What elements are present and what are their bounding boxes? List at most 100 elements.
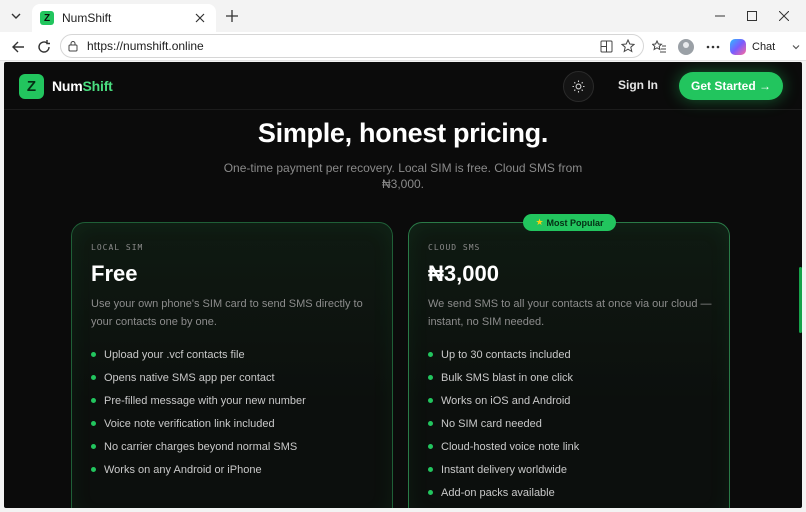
browser-tab[interactable]: Z NumShift	[32, 4, 216, 32]
pricing-card-local-sim: LOCAL SIM Free Use your own phone's SIM …	[71, 222, 393, 508]
badge-label: Most Popular	[546, 217, 604, 228]
favorites-list-icon	[651, 40, 666, 53]
lock-icon	[68, 41, 78, 52]
close-window-button[interactable]	[774, 6, 794, 26]
feature-text: No carrier charges beyond normal SMS	[104, 440, 298, 453]
arrow-left-icon	[12, 41, 24, 53]
feature-text: Upload your .vcf contacts file	[104, 348, 245, 361]
maximize-window-button[interactable]	[742, 6, 762, 26]
chat-label: Chat	[752, 41, 776, 53]
copilot-icon	[730, 39, 746, 55]
page-viewport: Z NumShift Sign In Get Started → Simple,…	[4, 62, 802, 508]
feature-item: Pre-filled message with your new number	[91, 389, 306, 412]
more-options-button[interactable]	[702, 36, 724, 58]
tab-title: NumShift	[62, 11, 112, 25]
feature-item: Works on any Android or iPhone	[91, 458, 306, 481]
feature-text: Add-on packs available	[441, 486, 555, 499]
bullet-dot-icon	[428, 398, 433, 403]
favorites-button[interactable]	[648, 36, 670, 58]
favorite-star-button[interactable]	[619, 37, 637, 55]
feature-text: Works on iOS and Android	[441, 394, 571, 407]
feature-item: Add-on packs available	[428, 481, 579, 504]
bullet-dot-icon	[91, 352, 96, 357]
feature-text: Opens native SMS app per contact	[104, 371, 275, 384]
feature-text: Voice note verification link included	[104, 417, 275, 430]
feature-item: Upload your .vcf contacts file	[91, 343, 306, 366]
feature-item: No carrier charges beyond normal SMS	[91, 435, 306, 458]
feature-list: Upload your .vcf contacts file Opens nat…	[91, 343, 306, 481]
maximize-icon	[747, 11, 757, 21]
new-tab-button[interactable]	[222, 6, 242, 26]
feature-item: Works on iOS and Android	[428, 389, 579, 412]
pricing-card-cloud-sms: CLOUD SMS ₦3,000 We send SMS to all your…	[408, 222, 730, 508]
bullet-dot-icon	[91, 421, 96, 426]
close-icon	[779, 11, 789, 21]
chevron-down-icon	[792, 45, 800, 50]
avatar	[678, 39, 694, 55]
feature-text: No SIM card needed	[441, 417, 542, 430]
plan-price: ₦3,000	[428, 261, 499, 286]
page-subtitle: One-time payment per recovery. Local SIM…	[223, 161, 583, 191]
minimize-window-button[interactable]	[710, 6, 730, 26]
feature-text: Cloud-hosted voice note link	[441, 440, 580, 453]
bullet-dot-icon	[428, 352, 433, 357]
bullet-dot-icon	[428, 421, 433, 426]
bullet-dot-icon	[428, 444, 433, 449]
tab-actions-menu-button[interactable]	[4, 4, 28, 28]
feature-item: Up to 30 contacts included	[428, 343, 579, 366]
page-title: Simple, honest pricing.	[257, 118, 549, 148]
browser-tab-strip: Z NumShift	[0, 0, 806, 32]
brand-name-part1: Num	[52, 78, 83, 94]
feature-text: Instant delivery worldwide	[441, 463, 567, 476]
bullet-dot-icon	[91, 375, 96, 380]
logo-icon[interactable]: Z	[19, 74, 44, 99]
address-bar[interactable]: https://numshift.online	[60, 34, 644, 58]
bullet-dot-icon	[91, 398, 96, 403]
refresh-icon	[38, 40, 50, 53]
bullet-dot-icon	[91, 467, 96, 472]
split-screen-icon	[600, 40, 612, 52]
most-popular-badge: ★ Most Popular	[523, 214, 616, 231]
sun-icon	[572, 80, 585, 93]
plus-icon	[226, 10, 238, 22]
plan-price: Free	[91, 261, 138, 286]
copilot-chat-button[interactable]: Chat	[730, 36, 801, 58]
plan-eyebrow: LOCAL SIM	[91, 243, 144, 252]
feature-item: Voice note verification link included	[91, 412, 306, 435]
feature-text: Pre-filled message with your new number	[104, 394, 306, 407]
star-icon: ★	[535, 217, 544, 227]
site-favicon-icon: Z	[40, 11, 54, 25]
feature-text: Bulk SMS blast in one click	[441, 371, 574, 384]
star-outline-icon	[621, 39, 635, 53]
page-scrollbar[interactable]	[799, 267, 802, 333]
feature-item: Instant delivery worldwide	[428, 458, 579, 481]
refresh-button[interactable]	[32, 35, 56, 59]
plan-eyebrow: CLOUD SMS	[428, 243, 481, 252]
brand-name-part2: Shift	[82, 78, 113, 94]
theme-toggle-button[interactable]	[563, 71, 594, 102]
split-screen-button[interactable]	[597, 37, 615, 55]
browser-toolbar: https://numshift.online Chat	[0, 32, 806, 61]
plan-description: Use your own phone's SIM card to send SM…	[91, 298, 363, 328]
back-button[interactable]	[6, 35, 30, 59]
bullet-dot-icon	[428, 375, 433, 380]
site-header: Z NumShift Sign In Get Started →	[4, 62, 802, 110]
feature-item: Bulk SMS blast in one click	[428, 366, 579, 389]
bullet-dot-icon	[428, 467, 433, 472]
bullet-dot-icon	[428, 490, 433, 495]
feature-item: Cloud-hosted voice note link	[428, 435, 579, 458]
feature-text: Up to 30 contacts included	[441, 348, 571, 361]
bullet-dot-icon	[91, 444, 96, 449]
chevron-down-icon	[11, 13, 21, 19]
feature-list: Up to 30 contacts included Bulk SMS blas…	[428, 343, 579, 504]
feature-item: Opens native SMS app per contact	[91, 366, 306, 389]
profile-button[interactable]	[675, 36, 697, 58]
sign-in-link[interactable]: Sign In	[618, 78, 658, 92]
feature-item: No SIM card needed	[428, 412, 579, 435]
close-tab-button[interactable]	[192, 10, 208, 26]
get-started-button[interactable]: Get Started →	[679, 72, 783, 100]
brand-name[interactable]: NumShift	[52, 78, 113, 94]
more-horizontal-icon	[706, 45, 720, 49]
plan-description: We send SMS to all your contacts at once…	[428, 298, 712, 328]
minimize-icon	[715, 15, 725, 17]
